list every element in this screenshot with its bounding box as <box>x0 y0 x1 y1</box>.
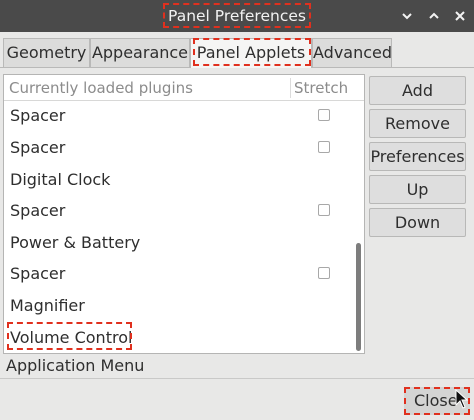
scrollbar-thumb[interactable] <box>356 243 361 351</box>
maximize-button[interactable] <box>423 5 445 27</box>
close-icon <box>455 11 465 21</box>
plugin-list[interactable]: Currently loaded plugins Stretch Spacer … <box>3 74 365 354</box>
add-button[interactable]: Add <box>369 76 466 105</box>
mouse-pointer-icon <box>455 389 469 409</box>
list-item[interactable]: Magnifier <box>4 291 354 322</box>
down-button[interactable]: Down <box>369 208 466 237</box>
titlebar[interactable]: Panel Preferences <box>0 0 474 32</box>
list-item[interactable]: Spacer <box>4 101 354 132</box>
window-title: Panel Preferences <box>163 3 311 28</box>
list-item[interactable]: Power & Battery <box>4 228 354 259</box>
list-item[interactable]: Spacer <box>4 133 354 164</box>
chevron-up-icon <box>429 12 439 19</box>
tab-geometry[interactable]: Geometry <box>3 38 90 67</box>
close-window-button[interactable] <box>449 5 471 27</box>
preferences-button[interactable]: Preferences <box>369 142 466 171</box>
column-header-plugins[interactable]: Currently loaded plugins <box>9 79 193 97</box>
list-header: Currently loaded plugins Stretch <box>4 75 364 101</box>
panel-preferences-window: Panel Preferences Geometry Appearance Pa… <box>0 0 474 420</box>
tab-panel-applets[interactable]: Panel Applets <box>190 38 312 68</box>
stretch-checkbox[interactable] <box>318 204 330 216</box>
list-item[interactable]: Volume Control <box>4 323 354 354</box>
list-item-label: Spacer <box>10 201 66 220</box>
chevron-down-icon <box>402 13 412 20</box>
tab-advanced[interactable]: Advanced <box>312 38 392 67</box>
minimize-button[interactable] <box>396 5 418 27</box>
list-item-label: Volume Control <box>10 328 133 347</box>
footer-divider <box>0 378 474 379</box>
application-menu-item[interactable]: Application Menu <box>6 356 144 375</box>
list-item-label: Magnifier <box>10 296 85 315</box>
stretch-checkbox[interactable] <box>318 109 330 121</box>
list-item[interactable]: Spacer <box>4 196 354 227</box>
column-header-stretch[interactable]: Stretch <box>294 79 348 97</box>
stretch-checkbox[interactable] <box>318 141 330 153</box>
column-separator <box>290 78 291 98</box>
list-item-label: Digital Clock <box>10 170 111 189</box>
list-item-label: Spacer <box>10 106 66 125</box>
list-item[interactable]: Digital Clock <box>4 165 354 196</box>
list-item-label: Power & Battery <box>10 233 141 252</box>
list-item-label: Spacer <box>10 264 66 283</box>
up-button[interactable]: Up <box>369 175 466 204</box>
remove-button[interactable]: Remove <box>369 109 466 138</box>
list-item-label: Spacer <box>10 138 66 157</box>
list-item[interactable]: Spacer <box>4 259 354 290</box>
stretch-checkbox[interactable] <box>318 267 330 279</box>
tab-appearance[interactable]: Appearance <box>90 38 190 67</box>
